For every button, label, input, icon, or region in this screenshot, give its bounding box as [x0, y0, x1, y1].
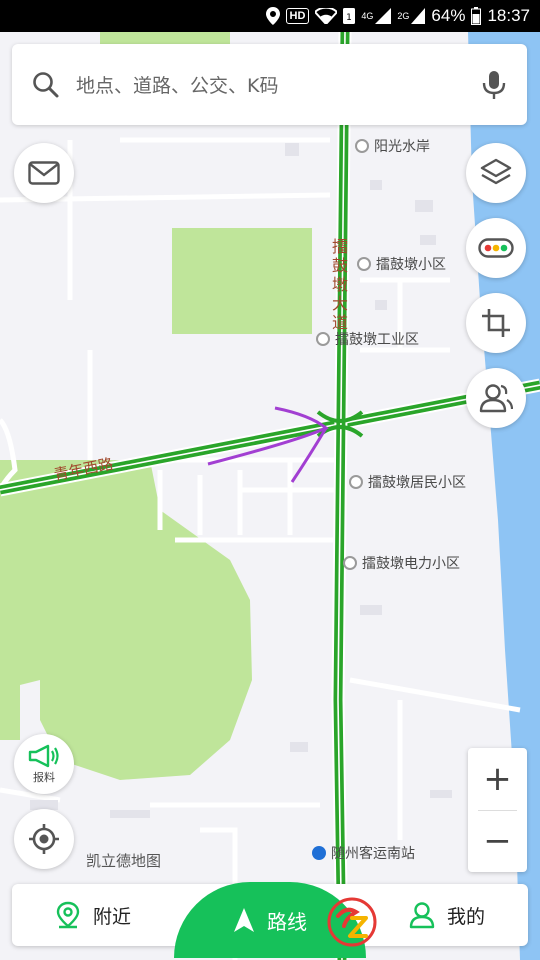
user-icon — [409, 902, 435, 929]
signal-icon — [375, 8, 392, 24]
crop-icon — [482, 309, 510, 337]
search-bar[interactable]: 地点、道路、公交、K码 — [12, 44, 527, 125]
poi-leigudun-dianli[interactable]: 擂鼓墩电力小区 — [343, 553, 460, 573]
poi-leigudun-xiaoqu[interactable]: 擂鼓墩小区 — [357, 254, 446, 274]
poi-leigudun-gongye[interactable]: 擂鼓墩工业区 — [316, 329, 419, 349]
map-canvas[interactable]: 青年西路 擂鼓墩大道 阳光水岸 擂鼓墩小区 擂鼓墩工业区 擂鼓墩居民小区 擂鼓墩… — [0, 32, 540, 960]
nav-nearby[interactable]: 附近 — [12, 884, 174, 946]
map-pin-icon — [56, 901, 80, 929]
nav-mine[interactable]: 我的 — [366, 884, 528, 946]
search-placeholder[interactable]: 地点、道路、公交、K码 — [76, 71, 481, 98]
friends-button[interactable] — [466, 368, 526, 428]
zoom-out-button[interactable]: − — [468, 810, 527, 872]
bottom-nav: 附近 路线 我的 — [12, 882, 528, 958]
crop-tool-button[interactable] — [466, 293, 526, 353]
poi-marker-icon — [357, 257, 371, 271]
poi-marker-icon — [316, 332, 330, 346]
signal-2-icon — [411, 8, 426, 24]
hd-badge: HD — [285, 8, 310, 24]
crosshair-icon — [29, 824, 59, 854]
report-button[interactable]: 报料 — [14, 734, 74, 794]
poi-marker-icon — [355, 139, 369, 153]
park-mid — [172, 228, 312, 334]
layers-icon — [480, 158, 512, 185]
locate-button[interactable] — [14, 809, 74, 869]
traffic-button[interactable] — [466, 218, 526, 278]
wifi-icon — [315, 8, 338, 24]
message-button[interactable] — [14, 143, 74, 203]
bus-station-icon — [312, 846, 326, 860]
layers-button[interactable] — [466, 143, 526, 203]
poi-marker-icon — [349, 475, 363, 489]
location-icon — [265, 7, 280, 25]
network-4g-label: 4G — [361, 11, 374, 21]
map-provider-watermark: 凯立德地图 — [86, 852, 162, 870]
poi-suizhou-keyun[interactable]: 随州客运南站 — [312, 843, 415, 863]
zoom-in-button[interactable]: + — [468, 748, 527, 810]
megaphone-icon — [28, 744, 59, 767]
sim-icon: 1 — [343, 8, 356, 24]
site-logo-watermark — [327, 897, 377, 947]
svg-text:1: 1 — [347, 13, 353, 23]
battery-icon — [471, 7, 482, 25]
nav-route-label: 路线 — [267, 909, 307, 934]
network-2g-label: 2G — [397, 11, 410, 21]
search-icon — [33, 71, 59, 97]
poi-yangguang[interactable]: 阳光水岸 — [355, 136, 430, 156]
report-label: 报料 — [33, 770, 55, 784]
map-graphics: 青年西路 — [0, 32, 540, 960]
microphone-icon[interactable] — [481, 70, 507, 100]
traffic-light-icon — [478, 238, 514, 258]
poi-marker-icon — [343, 556, 357, 570]
status-bar: HD 1 4G 2G 64% 18:37 — [0, 0, 540, 32]
nav-nearby-label: 附近 — [92, 905, 131, 928]
nav-mine-label: 我的 — [446, 905, 485, 928]
users-icon — [479, 384, 513, 413]
battery-percent: 64% — [431, 6, 466, 25]
clock: 18:37 — [487, 6, 530, 25]
poi-leigudun-jumin[interactable]: 擂鼓墩居民小区 — [349, 472, 466, 492]
zoom-control: + − — [468, 748, 527, 872]
navigation-arrow-icon — [234, 908, 254, 932]
road-label-leigudun: 擂鼓墩大道 — [331, 237, 348, 332]
envelope-icon — [28, 161, 60, 185]
